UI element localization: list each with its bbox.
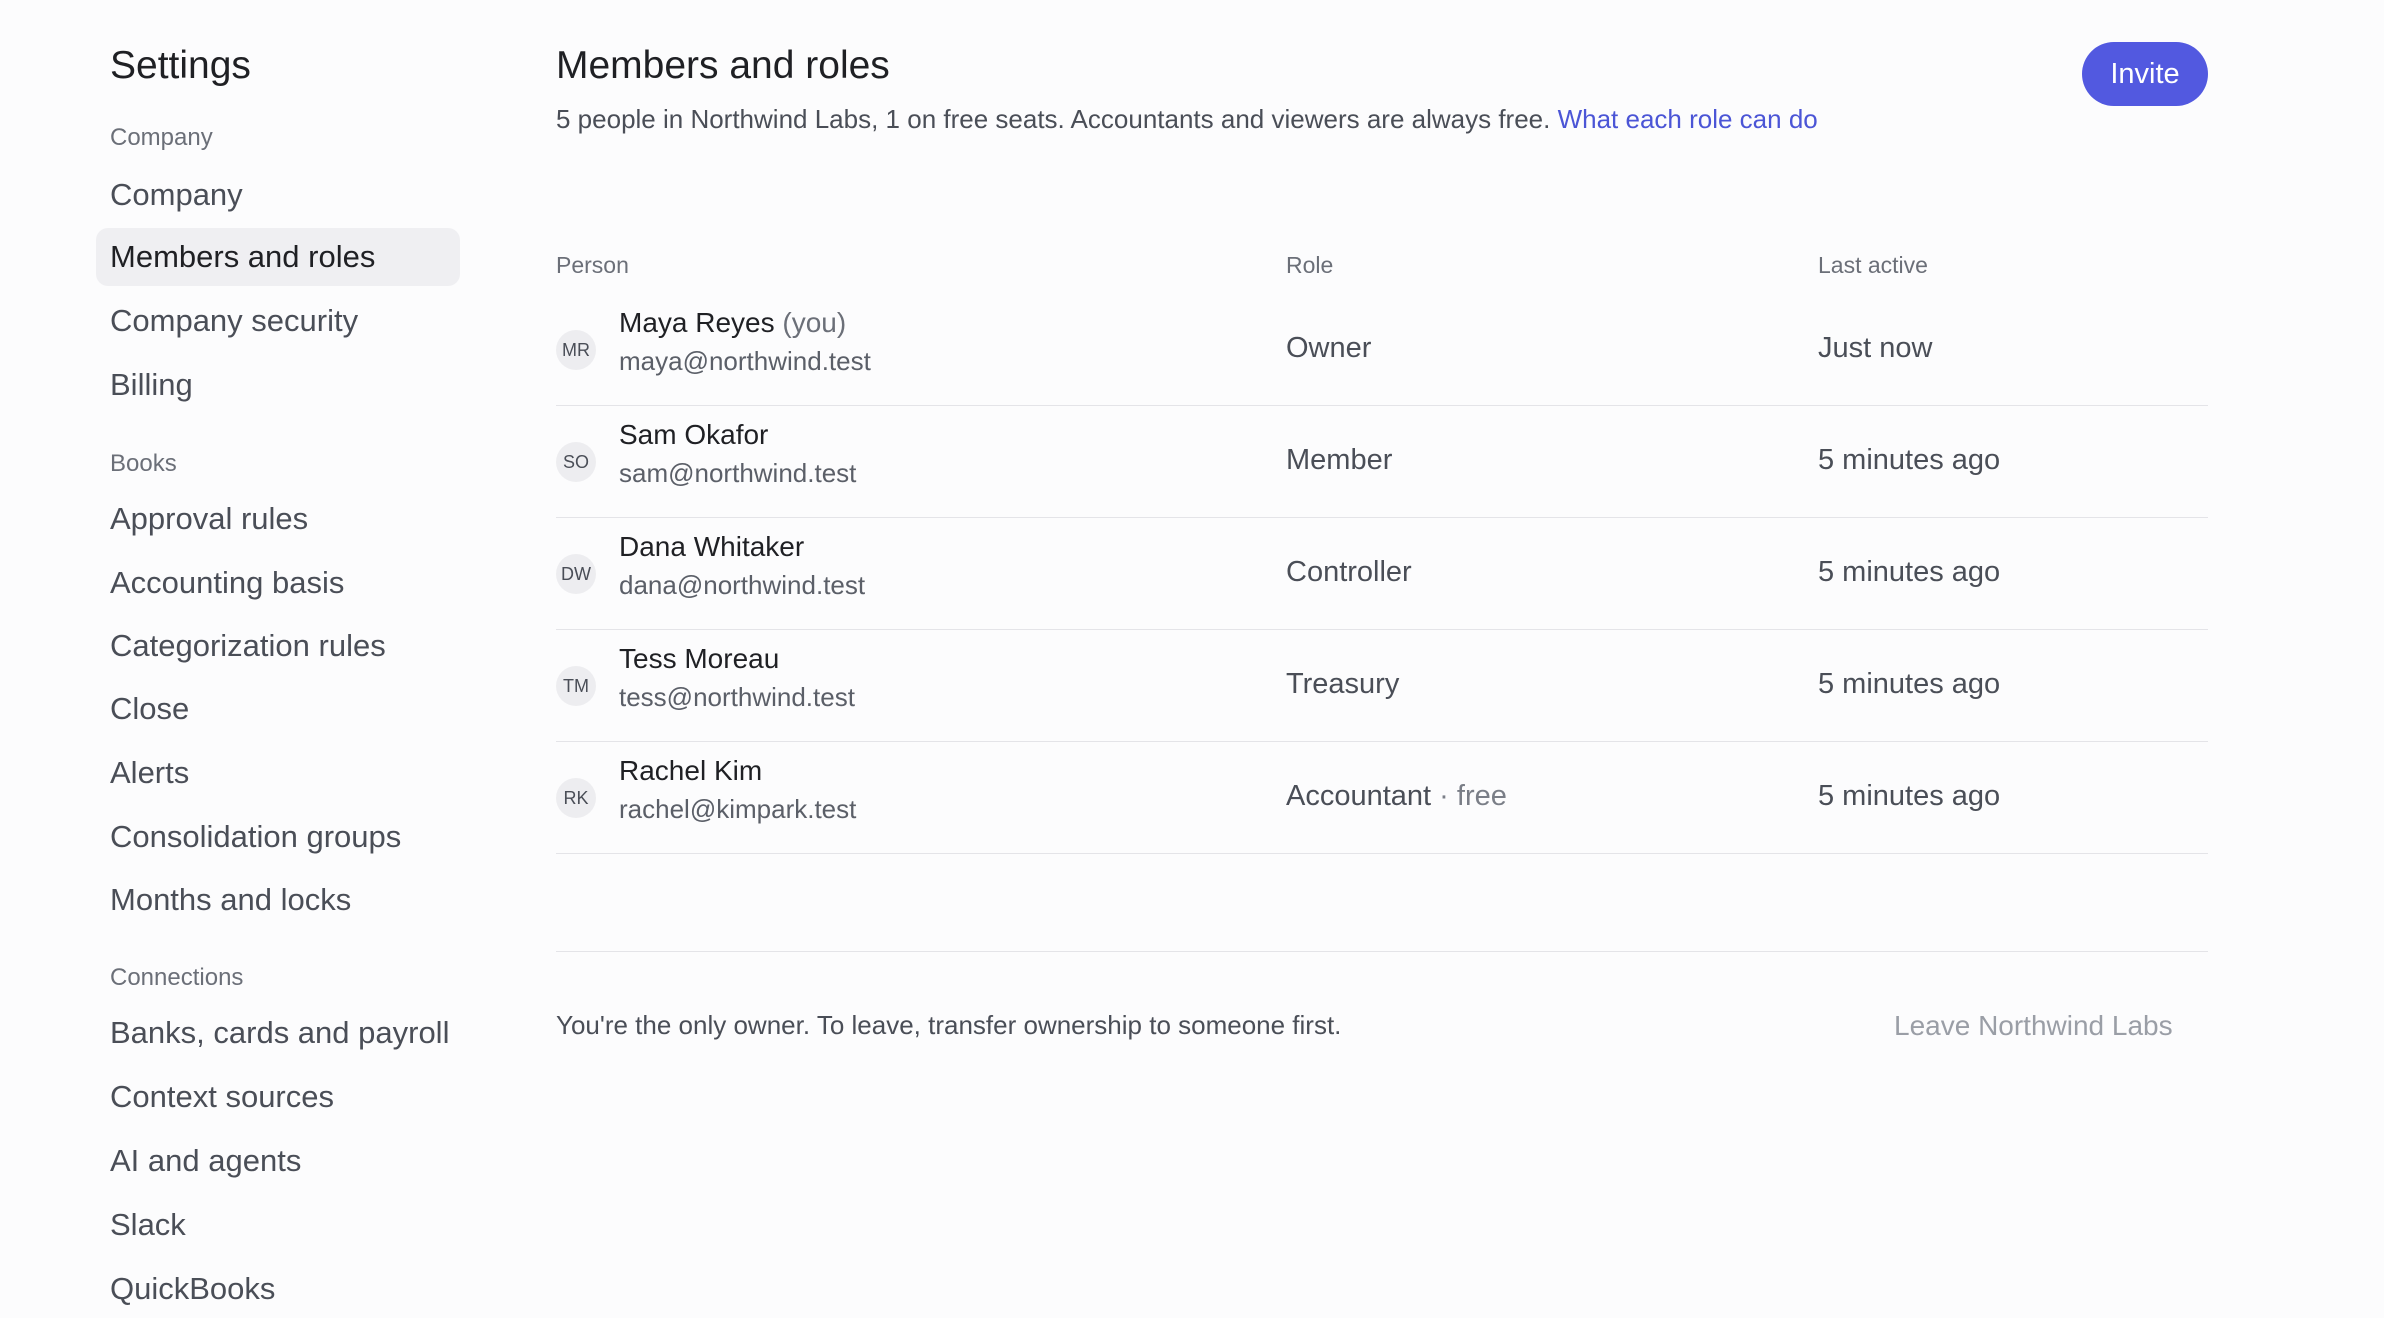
member-role-text: Treasury: [1286, 668, 1400, 700]
column-header-person: Person: [556, 252, 629, 278]
member-role-text: Controller: [1286, 556, 1412, 588]
sidebar-item-alerts[interactable]: Alerts: [96, 744, 460, 802]
member-email: sam@northwind.test: [619, 458, 857, 488]
table-row[interactable]: DW Dana Whitaker dana@northwind.test Con…: [556, 517, 2208, 630]
sidebar-item-categorization-rules[interactable]: Categorization rules: [96, 617, 460, 675]
invite-button[interactable]: Invite: [2082, 42, 2208, 106]
member-role-text: Accountant: [1286, 780, 1432, 812]
sidebar-item-months-and-locks[interactable]: Months and locks: [96, 871, 460, 929]
page-title: Members and roles: [556, 44, 890, 87]
member-role-note: · free: [1439, 780, 1507, 812]
avatar: MR: [556, 330, 596, 370]
member-name: Sam Okafor: [619, 419, 768, 451]
member-role[interactable]: Treasury: [1286, 668, 1399, 701]
member-name: Dana Whitaker: [619, 531, 804, 563]
table-row[interactable]: SO Sam Okafor sam@northwind.test Member …: [556, 405, 2208, 518]
member-you-tag: (you): [782, 307, 847, 338]
member-last-active: 5 minutes ago: [1818, 668, 2001, 700]
sidebar-item-context-sources[interactable]: Context sources: [96, 1068, 460, 1126]
sidebar-item-quickbooks[interactable]: QuickBooks: [96, 1260, 460, 1318]
member-last-active: 5 minutes ago: [1818, 444, 2001, 476]
sidebar-item-banks-cards-payroll[interactable]: Banks, cards and payroll: [96, 1004, 460, 1062]
sidebar-section-books: Books: [110, 450, 177, 477]
sidebar-item-ai-and-agents[interactable]: AI and agents: [96, 1132, 460, 1190]
sidebar-title: Settings: [110, 44, 251, 87]
member-last-active: Just now: [1818, 332, 1933, 364]
member-role-text: Owner: [1286, 332, 1372, 364]
sidebar-item-consolidation-groups[interactable]: Consolidation groups: [96, 808, 460, 866]
sidebar-item-accounting-basis[interactable]: Accounting basis: [96, 554, 460, 612]
sidebar-section-company: Company: [110, 124, 213, 151]
column-header-role: Role: [1286, 252, 1334, 278]
sidebar-item-company-security[interactable]: Company security: [96, 292, 460, 350]
leave-company-button[interactable]: Leave Northwind Labs: [1894, 1010, 2173, 1042]
sidebar-item-company[interactable]: Company: [96, 166, 460, 224]
member-name-text: Maya Reyes: [619, 307, 775, 338]
role-help-link[interactable]: What each role can do: [1558, 104, 1818, 134]
member-role[interactable]: Controller: [1286, 556, 1412, 589]
member-last-active: 5 minutes ago: [1818, 780, 2001, 812]
member-name-text: Rachel Kim: [619, 755, 763, 786]
column-header-last-active: Last active: [1818, 252, 1928, 278]
avatar: TM: [556, 666, 596, 706]
member-role[interactable]: Member: [1286, 444, 1392, 477]
avatar: SO: [556, 442, 596, 482]
member-last-active: 5 minutes ago: [1818, 556, 2001, 588]
avatar: DW: [556, 554, 596, 594]
member-name: Tess Moreau: [619, 643, 779, 675]
section-divider: [556, 951, 2208, 952]
sidebar-item-members-and-roles[interactable]: Members and roles: [96, 228, 460, 286]
sidebar-item-close[interactable]: Close: [96, 680, 460, 738]
member-name-text: Tess Moreau: [619, 643, 780, 674]
sidebar-item-billing[interactable]: Billing: [96, 356, 460, 414]
subtitle-text: 5 people in Northwind Labs, 1 on free se…: [556, 104, 1551, 134]
member-name: Maya Reyes (you): [619, 307, 846, 339]
table-row[interactable]: TM Tess Moreau tess@northwind.test Treas…: [556, 629, 2208, 742]
table-row[interactable]: RK Rachel Kim rachel@kimpark.test Accoun…: [556, 741, 2208, 854]
sidebar-section-connections: Connections: [110, 964, 244, 991]
member-email: tess@northwind.test: [619, 682, 855, 712]
settings-sidebar: Settings Company Company Members and rol…: [0, 0, 470, 1306]
owner-note: You're the only owner. To leave, transfe…: [556, 1010, 1342, 1040]
member-role[interactable]: Accountant · free: [1286, 780, 1507, 813]
member-email: rachel@kimpark.test: [619, 794, 857, 824]
member-name-text: Sam Okafor: [619, 419, 769, 450]
sidebar-item-slack[interactable]: Slack: [96, 1196, 460, 1254]
avatar: RK: [556, 778, 596, 818]
member-role-text: Member: [1286, 444, 1393, 476]
member-email: dana@northwind.test: [619, 570, 866, 600]
member-email: maya@northwind.test: [619, 346, 871, 376]
member-name: Rachel Kim: [619, 755, 762, 787]
page-subtitle: 5 people in Northwind Labs, 1 on free se…: [556, 104, 1818, 135]
member-role[interactable]: Owner: [1286, 332, 1371, 365]
member-name-text: Dana Whitaker: [619, 531, 805, 562]
table-row[interactable]: MR Maya Reyes (you) maya@northwind.test …: [556, 293, 2208, 406]
sidebar-item-approval-rules[interactable]: Approval rules: [96, 490, 460, 548]
